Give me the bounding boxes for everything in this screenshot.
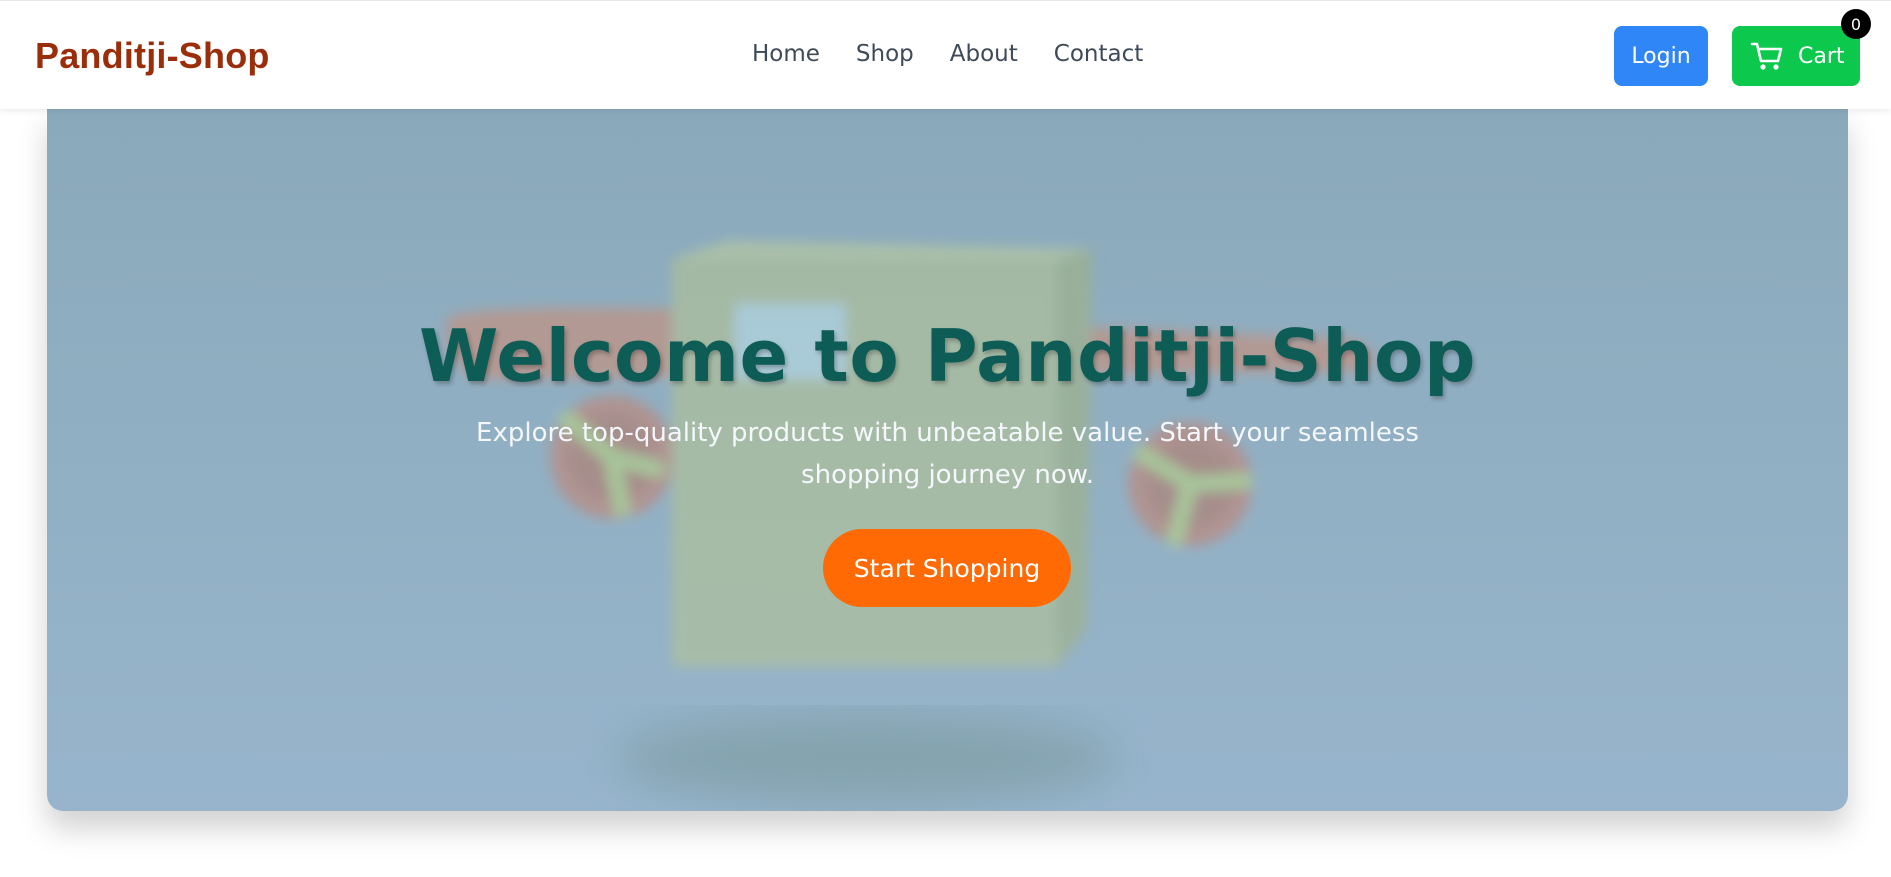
cart-count-badge: 0 — [1841, 9, 1871, 39]
cart-icon — [1750, 42, 1783, 70]
nav-link-home[interactable]: Home — [752, 41, 820, 67]
cart-label: Cart — [1798, 43, 1845, 69]
brand-logo[interactable]: Panditji-Shop — [35, 35, 270, 77]
hero-subtitle: Explore top-quality products with unbeat… — [476, 418, 1419, 490]
login-button[interactable]: Login — [1614, 26, 1708, 86]
nav-links: Home Shop About Contact — [752, 41, 1179, 67]
hero-banner: Welcome to Panditji-Shop Explore top-qua… — [47, 109, 1848, 811]
nav-link-contact[interactable]: Contact — [1054, 41, 1143, 67]
start-shopping-button[interactable]: Start Shopping — [823, 529, 1071, 607]
nav-link-about[interactable]: About — [950, 41, 1018, 67]
cart-button[interactable]: Cart — [1732, 26, 1860, 86]
hero-title: Welcome to Panditji-Shop — [418, 314, 1477, 398]
top-navbar: Panditji-Shop Home Shop About Contact Lo… — [0, 0, 1891, 109]
nav-link-shop[interactable]: Shop — [856, 41, 914, 67]
